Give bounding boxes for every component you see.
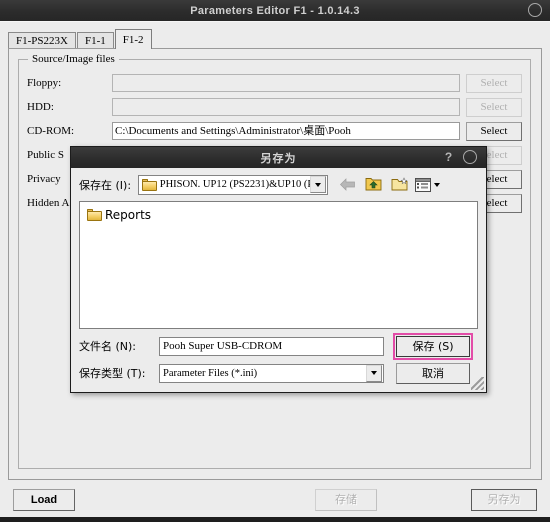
group-title: Source/Image files [28, 53, 119, 65]
input-hdd[interactable] [112, 98, 460, 116]
window-footer [0, 517, 550, 522]
folder-icon [87, 208, 102, 221]
bottom-button-bar: Load 存储 另存为 [0, 480, 550, 522]
cancel-button[interactable]: 取消 [396, 362, 470, 384]
circle-close-icon[interactable] [528, 3, 542, 17]
tab-f1-ps223x[interactable]: F1-PS223X [8, 32, 76, 49]
label-floppy: Floppy: [27, 77, 62, 89]
chevron-down-icon[interactable] [310, 176, 327, 193]
back-icon [337, 175, 358, 195]
dialog-body: 保存在 (I): PHISON. UP12 (PS2231)&UP10 (PS2 [71, 168, 486, 392]
dialog-toolbar [337, 175, 441, 195]
row-floppy: Floppy: Select [27, 73, 522, 93]
dialog-title: 另存为 [260, 152, 297, 165]
look-in-value: PHISON. UP12 (PS2231)&UP10 (PS2 [159, 179, 311, 190]
question-mark-icon[interactable]: ? [442, 150, 455, 164]
chevron-down-icon[interactable] [366, 364, 382, 382]
file-type-value: Parameter Files (*.ini) [163, 367, 258, 379]
circle-close-icon[interactable] [463, 150, 477, 164]
save-as-dialog: 另存为 ? 保存在 (I): PHISON. UP12 (PS2231)&UP1… [70, 146, 487, 393]
new-folder-icon[interactable] [389, 175, 410, 195]
save-button[interactable]: 保存 (S) [393, 332, 473, 360]
tab-f1-1[interactable]: F1-1 [76, 32, 114, 49]
file-name-row: 文件名 (N): Pooh Super USB-CDROM 保存 (S) [79, 332, 478, 360]
list-item-label: Reports [105, 207, 152, 222]
store-button: 存储 [315, 489, 377, 511]
file-list[interactable]: Reports [79, 201, 478, 329]
look-in-row: 保存在 (I): PHISON. UP12 (PS2231)&UP10 (PS2 [79, 174, 478, 195]
resize-grip[interactable] [471, 377, 484, 390]
list-item[interactable]: Reports [85, 206, 472, 223]
label-hdd: HDD: [27, 101, 54, 113]
up-one-level-icon[interactable] [363, 175, 384, 195]
file-name-label: 文件名 (N): [79, 340, 137, 353]
row-cdrom: CD-ROM: C:\Documents and Settings\Admini… [27, 121, 522, 141]
file-type-label: 保存类型 (T): [79, 367, 146, 380]
file-name-input[interactable]: Pooh Super USB-CDROM [159, 336, 384, 356]
window-title: Parameters Editor F1 - 1.0.14.3 [190, 4, 360, 17]
look-in-combo[interactable]: PHISON. UP12 (PS2231)&UP10 (PS2 [138, 174, 329, 195]
row-hdd: HDD: Select [27, 97, 522, 117]
tab-f1-2[interactable]: F1-2 [114, 29, 152, 49]
save-as-button: 另存为 [471, 489, 537, 511]
label-cdrom: CD-ROM: [27, 125, 75, 137]
input-floppy[interactable] [112, 74, 460, 92]
input-cdrom[interactable]: C:\Documents and Settings\Administrator\… [112, 122, 460, 140]
load-button[interactable]: Load [13, 489, 75, 511]
tabstrip: F1-PS223X F1-1 F1-2 [8, 29, 542, 49]
dialog-titlebar: 另存为 ? [71, 147, 486, 168]
look-in-label: 保存在 (I): [79, 178, 132, 192]
window-titlebar: Parameters Editor F1 - 1.0.14.3 [0, 0, 550, 21]
file-type-row: 保存类型 (T): Parameter Files (*.ini) 取消 [79, 362, 478, 384]
select-button-floppy: Select [466, 73, 522, 93]
select-button-cdrom[interactable]: Select [466, 121, 522, 141]
file-type-combo[interactable]: Parameter Files (*.ini) [159, 363, 384, 383]
select-button-hdd: Select [466, 97, 522, 117]
views-icon[interactable] [415, 177, 441, 192]
folder-icon [142, 178, 158, 191]
